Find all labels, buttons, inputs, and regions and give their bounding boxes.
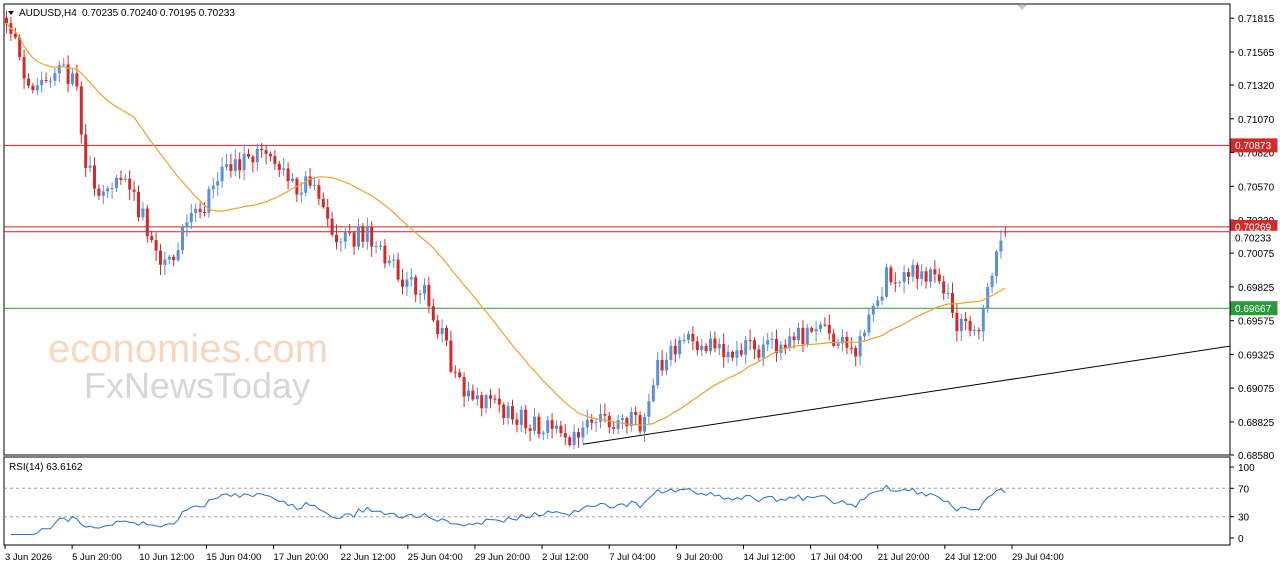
current-price-tag: 0.70233 <box>1230 230 1278 245</box>
time-tick-label: 25 Jun 04:00 <box>408 552 463 563</box>
chart-window[interactable]: economies.com FxNewsToday 0.71815 0.71565… <box>0 0 1280 567</box>
svg-text:0.69667: 0.69667 <box>1235 304 1272 315</box>
time-tick-label: 14 Jul 12:00 <box>743 552 795 563</box>
price-tick-label: 0.68825 <box>1238 418 1275 429</box>
time-tick-label: 29 Jun 20:00 <box>475 552 530 563</box>
rsi-tick-label: 70 <box>1238 484 1250 495</box>
rsi-tick-label: 100 <box>1238 463 1255 474</box>
resistance-price-tag: 0.70873 <box>1230 138 1278 153</box>
ohlc-values: 0.70235 0.70240 0.70195 0.70233 <box>82 8 235 19</box>
time-tick-label: 24 Jul 12:00 <box>945 552 997 563</box>
time-axis: 3 Jun 2026 5 Jun 20:00 10 Jun 12:00 15 Jun … <box>4 545 1064 563</box>
time-tick-label: 29 Jul 04:00 <box>1012 552 1064 563</box>
time-tick-label: 21 Jul 20:00 <box>878 552 930 563</box>
support-price-tag: 0.69667 <box>1230 301 1278 316</box>
rsi-tick-label: 0 <box>1238 534 1244 545</box>
price-tick-label: 0.71565 <box>1238 48 1275 59</box>
price-tick-label: 0.69575 <box>1238 317 1275 328</box>
symbol-label: AUDUSD,H4 <box>19 8 77 19</box>
rsi-tick-label: 30 <box>1238 513 1250 524</box>
price-tick-label: 0.68580 <box>1238 451 1275 462</box>
candle <box>79 81 83 144</box>
svg-text:0.70873: 0.70873 <box>1235 141 1272 152</box>
rsi-pane <box>3 456 1231 546</box>
price-tick-label: 0.71815 <box>1238 14 1275 25</box>
candle <box>889 264 893 286</box>
price-tick-label: 0.71070 <box>1238 115 1275 126</box>
candle <box>885 263 888 299</box>
time-tick-label: 3 Jun 2026 <box>5 552 52 563</box>
time-tick-label: 15 Jun 04:00 <box>206 552 261 563</box>
time-tick-label: 2 Jul 12:00 <box>542 552 588 563</box>
candle <box>181 224 184 255</box>
time-tick-label: 7 Jul 04:00 <box>609 552 655 563</box>
price-tick-label: 0.69325 <box>1238 350 1275 361</box>
time-tick-label: 10 Jun 12:00 <box>139 552 194 563</box>
price-tick-label: 0.69075 <box>1238 384 1275 395</box>
time-tick-label: 9 Jul 20:00 <box>676 552 722 563</box>
price-tick-label: 0.69825 <box>1238 283 1275 294</box>
rsi-axis: 100 70 30 0 <box>1230 463 1255 545</box>
time-tick-label: 17 Jul 04:00 <box>811 552 863 563</box>
time-tick-label: 17 Jun 20:00 <box>274 552 329 563</box>
price-tick-label: 0.70570 <box>1238 182 1275 193</box>
rsi-label: RSI(14) 63.6162 <box>9 462 83 473</box>
watermark-line2: FxNewsToday <box>84 365 310 406</box>
price-tick-label: 0.71320 <box>1238 81 1275 92</box>
time-tick-label: 22 Jun 12:00 <box>341 552 396 563</box>
svg-text:0.70233: 0.70233 <box>1235 234 1272 245</box>
time-tick-label: 5 Jun 20:00 <box>72 552 122 563</box>
price-chart[interactable]: economies.com FxNewsToday 0.718150.71565… <box>0 0 1280 567</box>
price-tick-label: 0.70075 <box>1238 249 1275 260</box>
